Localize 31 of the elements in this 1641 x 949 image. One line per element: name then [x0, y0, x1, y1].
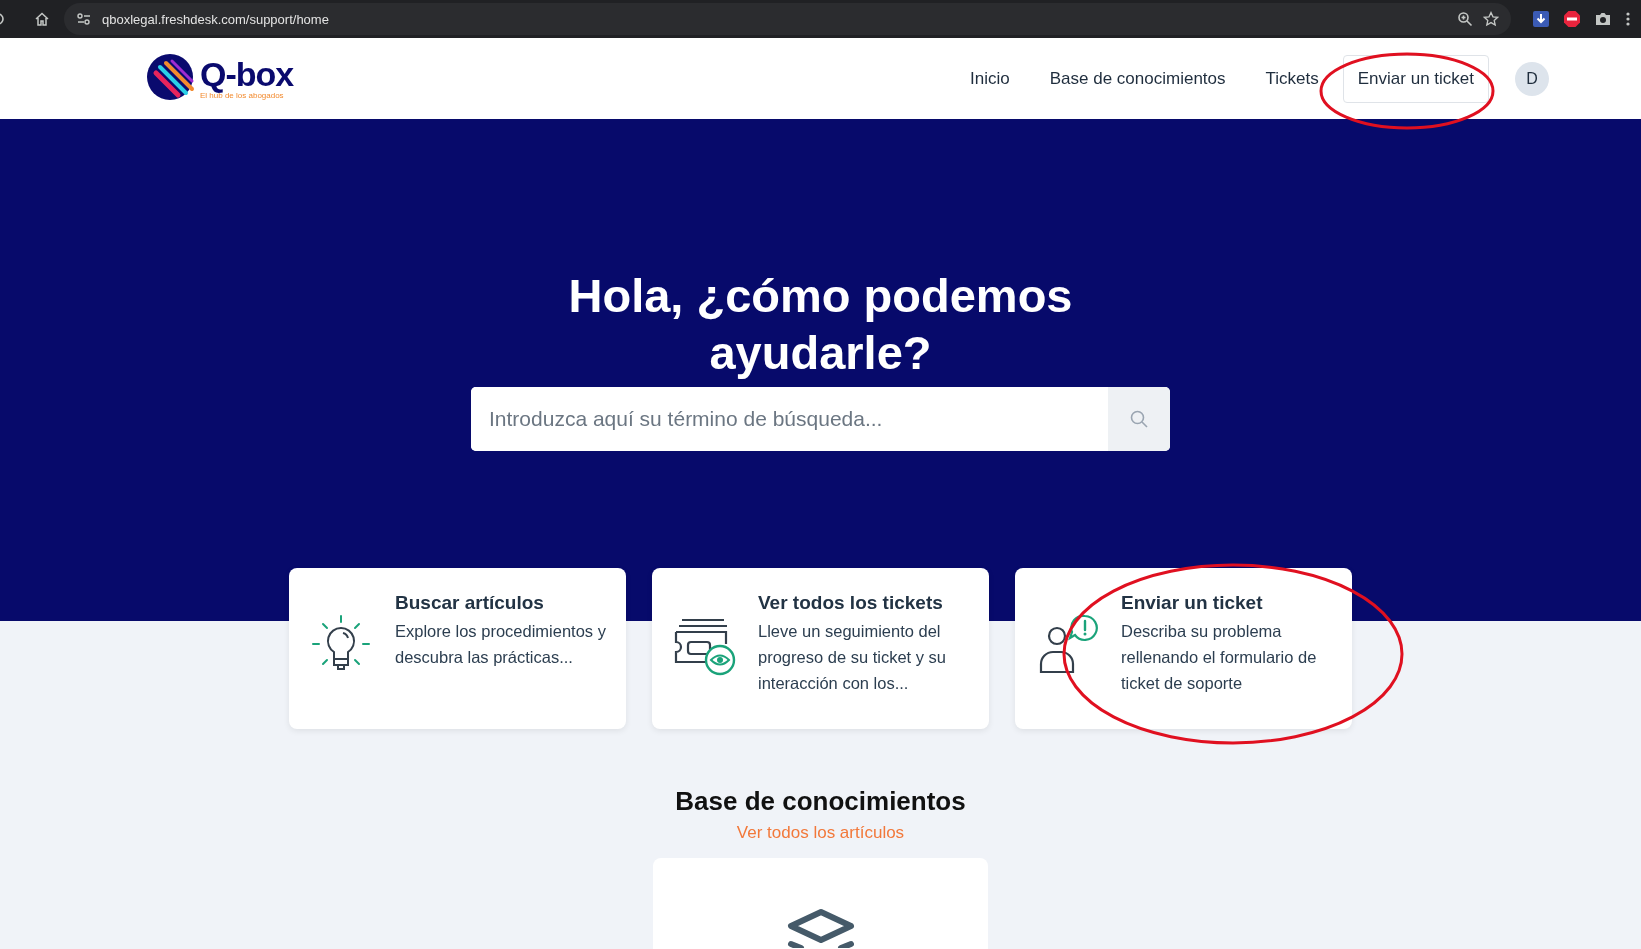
url-text: qboxlegal.freshdesk.com/support/home	[102, 11, 329, 27]
section-heading: Base de conocimientos	[675, 785, 966, 817]
card-description: Explore los procedimientos y descubra las prácticas...	[395, 621, 606, 668]
site-settings-icon[interactable]	[76, 12, 92, 26]
adblock-icon[interactable]	[1563, 10, 1581, 28]
card-title: Enviar un ticket	[1121, 591, 1264, 615]
more-icon[interactable]	[1625, 11, 1631, 27]
logo-wordmark: Q-box	[200, 57, 294, 91]
camera-icon[interactable]	[1595, 12, 1611, 26]
address-bar[interactable]: qboxlegal.freshdesk.com/support/home	[64, 3, 1511, 35]
action-card[interactable]: Enviar un ticket Describa su problema rellenando el formulario de ticket de soporte	[1015, 568, 1352, 729]
submit-ticket-button[interactable]: Enviar un ticket	[1342, 54, 1489, 103]
category-card[interactable]	[653, 858, 988, 949]
nav-link[interactable]: Inicio	[970, 68, 1010, 89]
card-title: Buscar artículos	[395, 591, 545, 615]
nav-link[interactable]: Base de conocimientos	[1049, 68, 1226, 89]
person-alert-icon	[1037, 614, 1099, 676]
action-card[interactable]: Ver todos los tickets Lleve un seguimiento del progreso de su ticket y su interacción con los...	[652, 568, 989, 729]
card-description: Describa su problema rellenando el formulario de ticket de soporte	[1121, 621, 1318, 694]
search-icon	[1129, 409, 1149, 429]
download-extension-icon[interactable]	[1533, 11, 1549, 27]
home-icon[interactable]	[34, 11, 50, 27]
search-field[interactable]: Introduzca aquí su término de búsqueda...	[471, 387, 1170, 451]
card-description: Lleve un seguimiento del progreso de su ticket y su interacción con los...	[758, 621, 947, 694]
hero-heading: Hola, ¿cómo podemos ayudarle?	[567, 268, 1074, 381]
action-card[interactable]: Buscar artículos Explore los procedimientos y descubra las prácticas...	[289, 568, 626, 729]
bookmark-star-icon[interactable]	[1483, 11, 1499, 27]
user-avatar[interactable]: D	[1515, 61, 1549, 96]
zoom-icon[interactable]	[1457, 11, 1473, 27]
nav-link[interactable]: Tickets	[1265, 68, 1319, 89]
card-title: Ver todos los tickets	[758, 591, 944, 615]
